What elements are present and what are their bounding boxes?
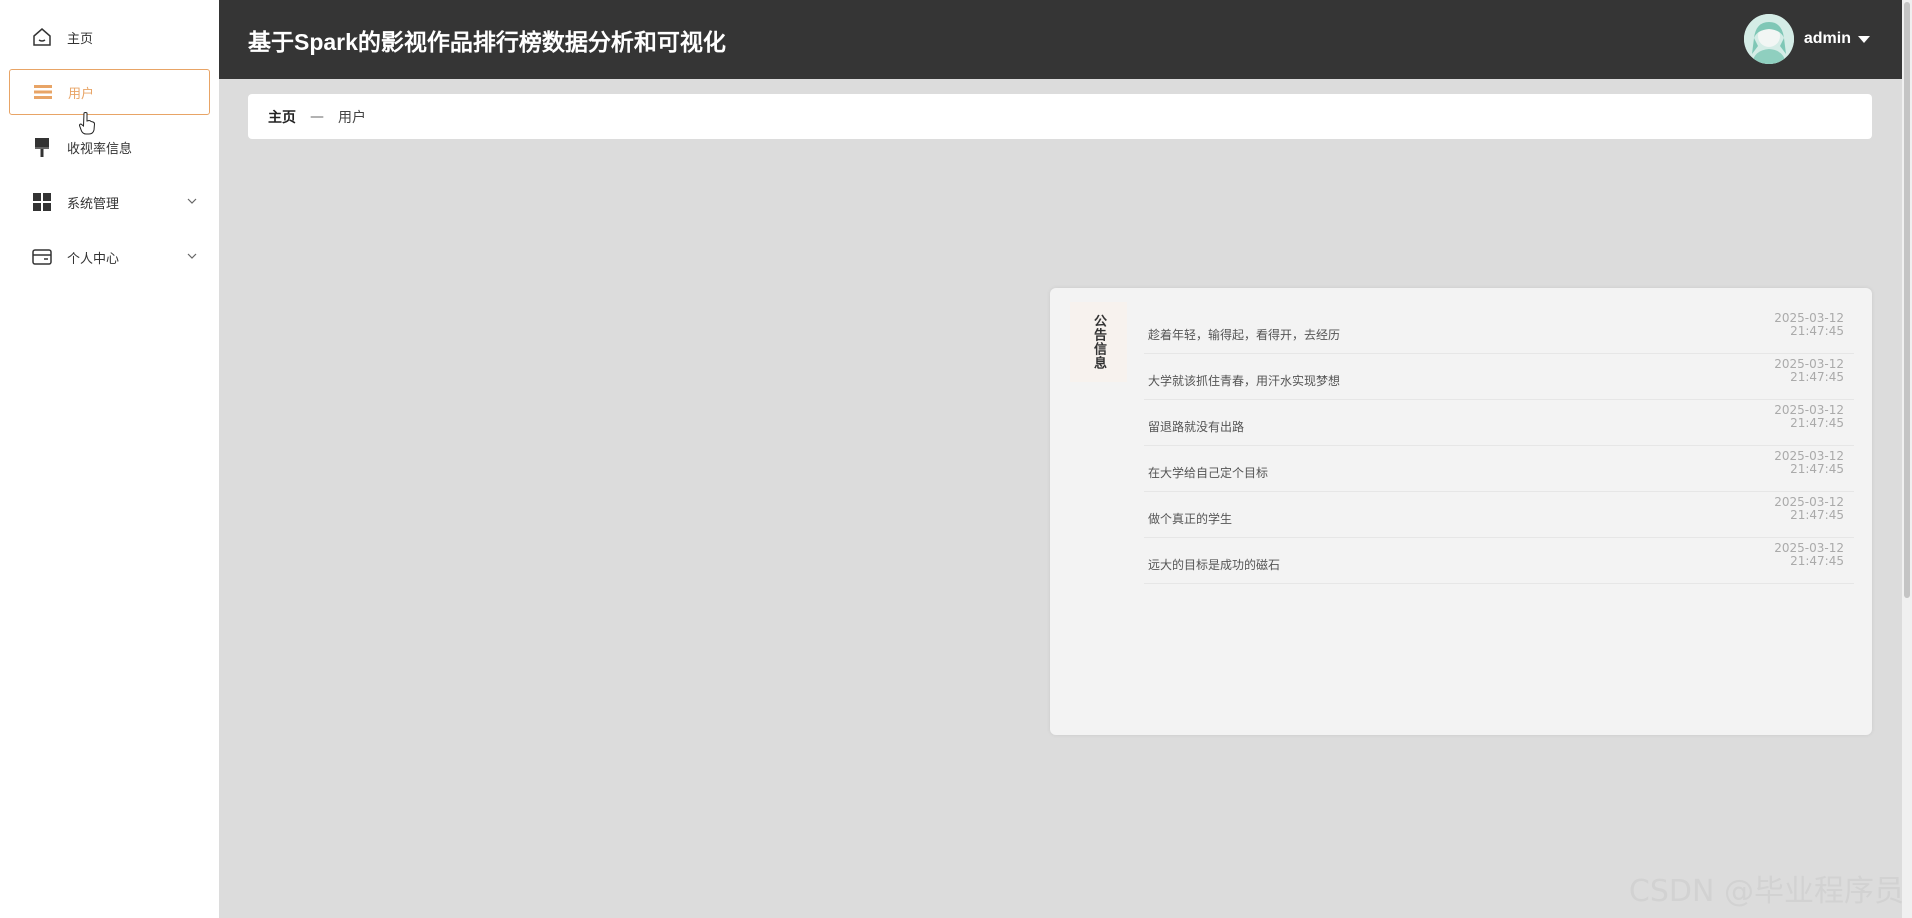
home-icon [31,26,53,48]
top-header: 基于Spark的影视作品排行榜数据分析和可视化 admin [219,0,1902,79]
breadcrumb-separator: — [310,108,324,125]
chevron-down-icon [186,250,198,262]
avatar [1743,14,1794,64]
app-title: 基于Spark的影视作品排行榜数据分析和可视化 [248,28,726,55]
list-item[interactable]: 留退路就没有出路 2025-03-12 21:47:45 [1144,400,1854,446]
sidebar-item-label: 收视率信息 [67,141,133,157]
notice-title: 大学就该抓住青春，用汗水实现梦想 [1148,374,1341,388]
sidebar: 主页 用户 收视率信息 系统管理 个人中心 [0,0,219,918]
list-item[interactable]: 远大的目标是成功的磁石 2025-03-12 21:47:45 [1144,538,1854,584]
notice-title: 远大的目标是成功的磁石 [1148,558,1281,572]
sidebar-item-users[interactable]: 用户 [9,69,210,115]
notice-panel: 公告信息 趁着年轻，输得起，看得开，去经历 2025-03-12 21:47:45… [1050,288,1872,735]
sidebar-item-ratings[interactable]: 收视率信息 [9,124,210,170]
notice-time: 2025-03-12 21:47:45 [1774,449,1844,476]
list-item[interactable]: 趁着年轻，输得起，看得开，去经历 2025-03-12 21:47:45 [1144,308,1854,354]
sidebar-item-label: 用户 [68,86,95,102]
notice-title: 做个真正的学生 [1148,512,1233,526]
card-icon [31,246,53,268]
breadcrumb: 主页 — 用户 [248,94,1872,139]
notice-time: 2025-03-12 21:47:45 [1774,403,1844,430]
menu-icon [32,81,54,103]
watermark: CSDN @毕业程序员 [1628,874,1904,909]
notice-label: 公告信息 [1070,302,1127,382]
breadcrumb-current: 用户 [338,109,366,126]
sidebar-item-label: 个人中心 [67,251,120,267]
notice-time: 2025-03-12 21:47:45 [1774,357,1844,384]
grid-icon [31,191,53,213]
chevron-down-icon [186,195,198,207]
caret-down-icon [1858,35,1870,43]
sidebar-item-label: 主页 [67,31,94,47]
notice-title: 趁着年轻，输得起，看得开，去经历 [1148,328,1341,342]
list-item[interactable]: 大学就该抓住青春，用汗水实现梦想 2025-03-12 21:47:45 [1144,354,1854,400]
sidebar-item-home[interactable]: 主页 [9,14,210,60]
notice-time: 2025-03-12 21:47:45 [1774,541,1844,568]
user-menu[interactable]: admin [1743,14,1870,64]
breadcrumb-home[interactable]: 主页 [268,107,296,127]
sidebar-item-profile[interactable]: 个人中心 [9,234,210,280]
notice-time: 2025-03-12 21:47:45 [1774,495,1844,522]
notice-list: 趁着年轻，输得起，看得开，去经历 2025-03-12 21:47:45 大学就该… [1144,308,1854,584]
scrollbar-thumb[interactable] [1904,2,1910,598]
sidebar-item-label: 系统管理 [67,196,120,212]
user-name: admin [1803,30,1851,47]
notice-time: 2025-03-12 21:47:45 [1774,311,1844,338]
notice-title: 在大学给自己定个目标 [1148,466,1269,480]
sidebar-item-system[interactable]: 系统管理 [9,179,210,225]
page-scrollbar[interactable] [1902,0,1912,918]
list-item[interactable]: 在大学给自己定个目标 2025-03-12 21:47:45 [1144,446,1854,492]
list-item[interactable]: 做个真正的学生 2025-03-12 21:47:45 [1144,492,1854,538]
notice-title: 留退路就没有出路 [1148,420,1245,434]
hand-cursor-icon [78,111,96,135]
brush-icon [31,136,53,158]
